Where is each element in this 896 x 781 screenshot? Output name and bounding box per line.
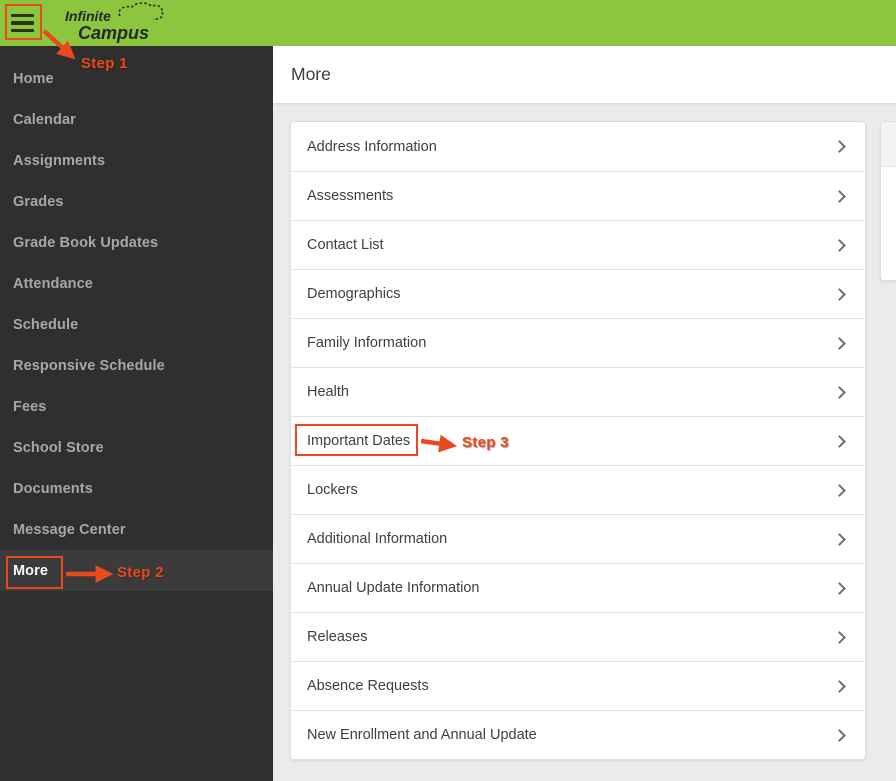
- row-label: Health: [307, 384, 349, 400]
- menu-row-address-information[interactable]: Address Information: [291, 122, 865, 171]
- clipped-side-panel-header: [881, 122, 896, 167]
- menu-row-lockers[interactable]: Lockers: [291, 465, 865, 514]
- menu-row-additional-information[interactable]: Additional Information: [291, 514, 865, 563]
- chevron-right-icon: [833, 140, 846, 153]
- row-label: Annual Update Information: [307, 580, 480, 596]
- chevron-right-icon: [833, 728, 846, 742]
- menu-row-demographics[interactable]: Demographics: [291, 269, 865, 318]
- row-label: Family Information: [307, 335, 427, 351]
- row-label: Lockers: [307, 482, 358, 498]
- row-label: Absence Requests: [307, 678, 429, 694]
- sidebar-item-grades[interactable]: Grades: [0, 181, 273, 222]
- sidebar-item-calendar[interactable]: Calendar: [0, 99, 273, 140]
- page-title-bar: More: [273, 46, 896, 103]
- row-label: Address Information: [307, 138, 437, 155]
- menu-row-releases[interactable]: Releases: [291, 612, 865, 661]
- sidebar-item-attendance[interactable]: Attendance: [0, 263, 273, 304]
- menu-row-assessments[interactable]: Assessments: [291, 171, 865, 220]
- chevron-right-icon: [833, 336, 846, 350]
- sidebar-item-documents[interactable]: Documents: [0, 468, 273, 509]
- chevron-right-icon: [833, 679, 846, 693]
- main-content: More Address Information Assessments Con…: [273, 46, 896, 781]
- row-label: Releases: [307, 629, 368, 645]
- sidebar-item-school-store[interactable]: School Store: [0, 427, 273, 468]
- sidebar-item-grade-book-updates[interactable]: Grade Book Updates: [0, 222, 273, 263]
- sidebar-item-schedule[interactable]: Schedule: [0, 304, 273, 345]
- infinite-campus-portal: Infinite Campus Home Calendar Assignment…: [0, 0, 896, 781]
- chevron-right-icon: [833, 581, 846, 595]
- row-label: Additional Information: [307, 531, 448, 547]
- row-label: Contact List: [307, 237, 384, 253]
- page-title: More: [291, 64, 331, 84]
- app-header: Infinite Campus: [0, 0, 896, 46]
- row-label: New Enrollment and Annual Update: [307, 727, 537, 743]
- sidebar-item-message-center[interactable]: Message Center: [0, 509, 273, 550]
- menu-row-annual-update-information[interactable]: Annual Update Information: [291, 563, 865, 612]
- menu-row-important-dates[interactable]: Important Dates: [291, 416, 865, 465]
- chevron-right-icon: [833, 189, 846, 203]
- chevron-right-icon: [833, 287, 846, 301]
- sidebar-item-responsive-schedule[interactable]: Responsive Schedule: [0, 345, 273, 386]
- row-label: Assessments: [307, 188, 394, 204]
- chevron-right-icon: [833, 532, 846, 546]
- sidebar-nav: Home Calendar Assignments Grades Grade B…: [0, 46, 273, 781]
- hamburger-menu-button[interactable]: [9, 9, 38, 37]
- hamburger-menu-icon: [11, 13, 34, 18]
- menu-row-contact-list[interactable]: Contact List: [291, 220, 865, 269]
- sidebar-item-more[interactable]: More: [0, 550, 273, 591]
- sidebar-item-home[interactable]: Home: [0, 58, 273, 99]
- sidebar-item-assignments[interactable]: Assignments: [0, 140, 273, 181]
- clipped-side-panel: [880, 121, 896, 281]
- chevron-right-icon: [833, 385, 846, 399]
- infinite-campus-logo: Infinite Campus: [65, 2, 164, 43]
- more-menu-card: Address Information Assessments Contact …: [290, 121, 866, 760]
- logo-word-infinite: Infinite: [65, 8, 111, 24]
- row-label: Demographics: [307, 286, 401, 302]
- chevron-right-icon: [833, 483, 846, 497]
- menu-row-absence-requests[interactable]: Absence Requests: [291, 661, 865, 710]
- sidebar-item-fees[interactable]: Fees: [0, 386, 273, 427]
- menu-row-new-enrollment-and-annual-update[interactable]: New Enrollment and Annual Update: [291, 710, 865, 759]
- chevron-right-icon: [833, 630, 846, 644]
- row-label: Important Dates: [307, 433, 411, 449]
- chevron-right-icon: [833, 434, 846, 448]
- chevron-right-icon: [833, 238, 846, 252]
- logo-word-campus: Campus: [78, 23, 149, 43]
- cloud-doodle-icon: [118, 2, 164, 20]
- menu-row-family-information[interactable]: Family Information: [291, 318, 865, 367]
- menu-row-health[interactable]: Health: [291, 367, 865, 416]
